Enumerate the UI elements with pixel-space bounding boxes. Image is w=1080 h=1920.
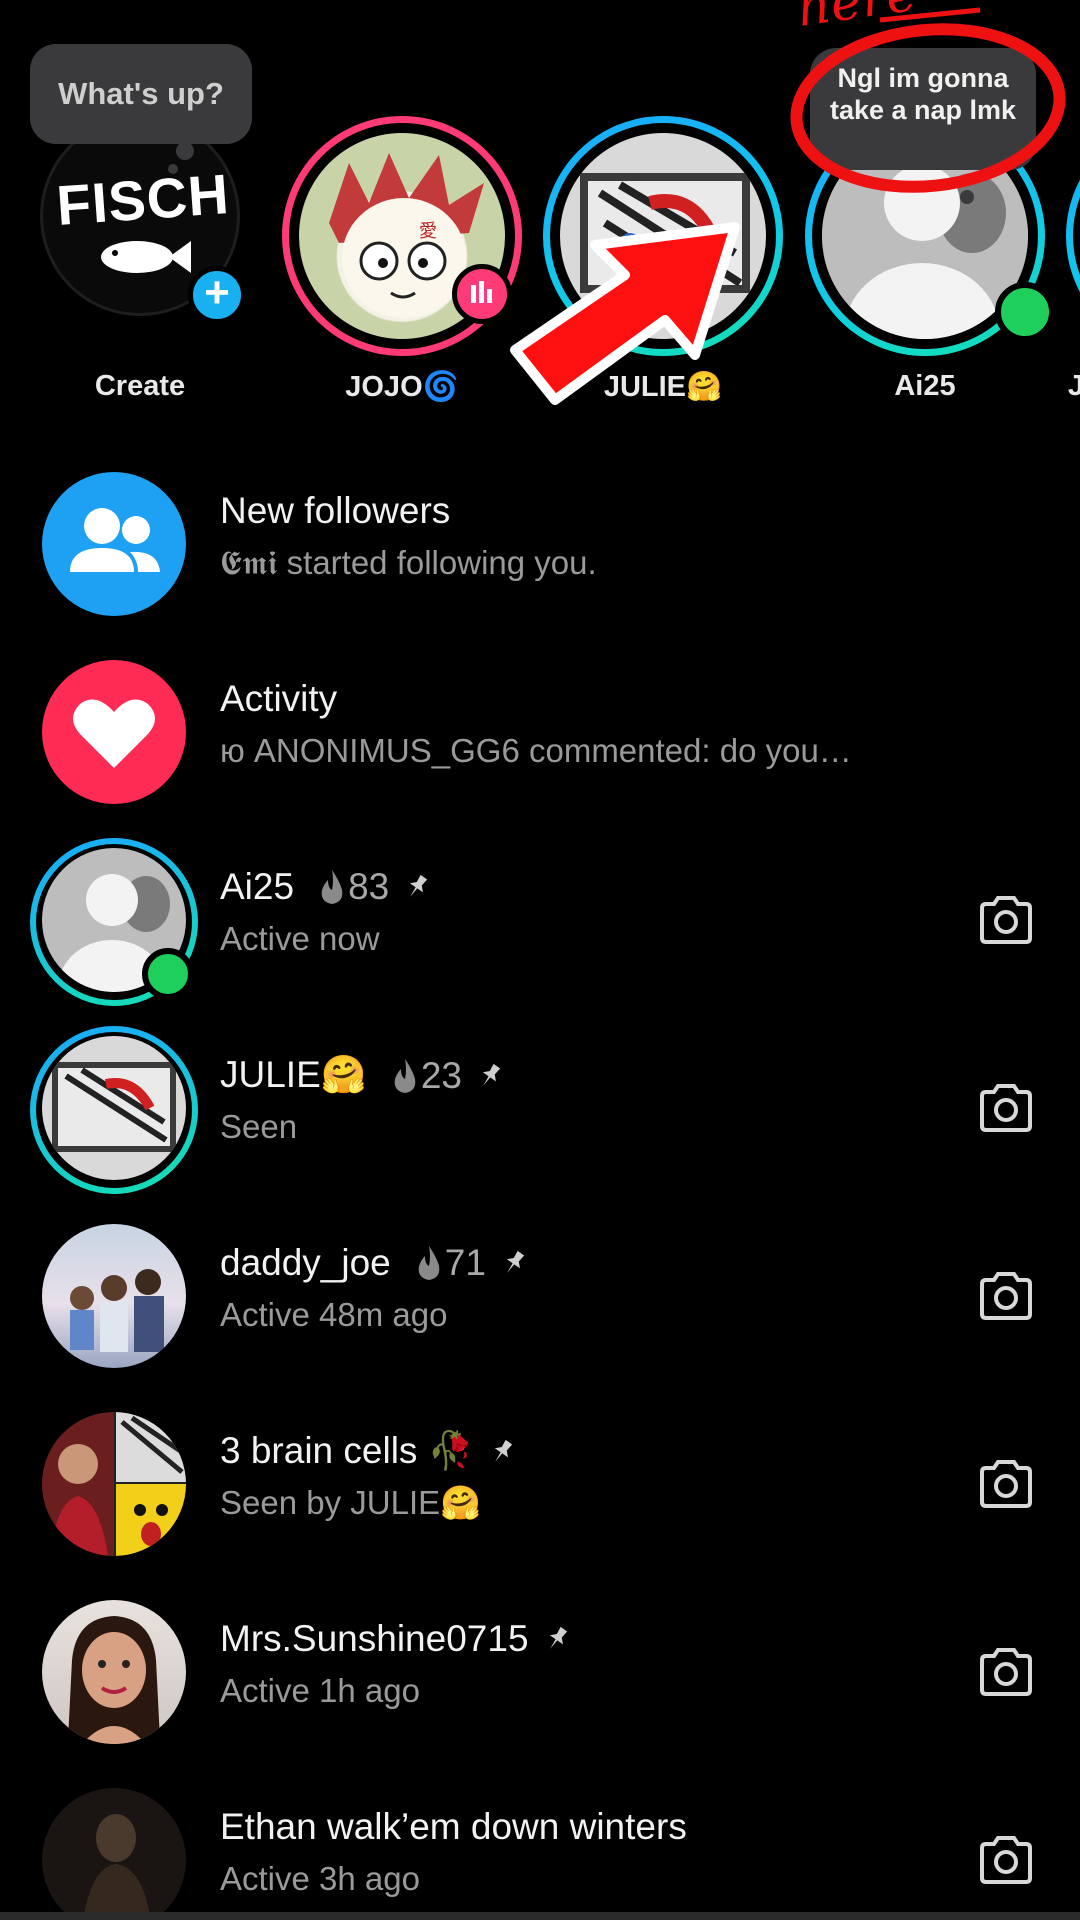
story-name: JULIE🤗 xyxy=(603,371,723,403)
chat-row[interactable]: Ethan walk’em down winters Active 3h ago xyxy=(0,1788,1080,1920)
bubble-tail xyxy=(168,164,178,174)
bubble-tail xyxy=(176,142,194,160)
people-icon xyxy=(42,472,186,616)
notification-subtitle: ю ANONIMUS_GG6 commented: do you… xyxy=(220,732,852,769)
chat-row[interactable]: Mrs.Sunshine0715 Active 1h ago xyxy=(0,1600,1080,1788)
pin-icon xyxy=(482,1063,501,1086)
chat-row[interactable]: JULIE🤗 23 Seen xyxy=(0,1026,1080,1224)
note-bubble-create[interactable]: What's up? xyxy=(30,44,252,144)
chat-name: Ai25 xyxy=(220,866,295,907)
notification-new-followers[interactable]: New followers 𝕰𝖒𝖎 started following you. xyxy=(0,472,1080,660)
camera-icon[interactable] xyxy=(976,1834,1036,1886)
heart-icon xyxy=(42,660,186,804)
chat-name: daddy_joe xyxy=(220,1242,391,1283)
avatar xyxy=(42,1224,186,1368)
camera-icon[interactable] xyxy=(976,1458,1036,1510)
story-julie[interactable]: JULIE🤗 xyxy=(543,116,783,416)
pin-icon xyxy=(549,1626,567,1649)
chat-title: Ai25 83 xyxy=(220,866,431,908)
story-partial[interactable]: J xyxy=(1066,116,1080,416)
chat-title: Mrs.Sunshine0715 xyxy=(220,1618,571,1660)
chat-row-group[interactable]: 3 brain cells 🥀 Seen by JULIE🤗 xyxy=(0,1412,1080,1600)
chat-status: Seen xyxy=(220,1108,298,1145)
chat-status: Active now xyxy=(220,920,380,957)
bubble-tail xyxy=(960,190,974,204)
camera-icon[interactable] xyxy=(976,1082,1036,1134)
fisch-logo: FISCH xyxy=(54,162,232,237)
avatar xyxy=(42,1788,186,1920)
svg-text:愛: 愛 xyxy=(419,221,437,242)
story-name: J xyxy=(1067,370,1080,402)
tab-bar-edge xyxy=(0,1912,1080,1920)
notification-subtitle: 𝕰𝖒𝖎 started following you. xyxy=(220,544,597,581)
group-avatar xyxy=(42,1412,186,1556)
pin-icon xyxy=(410,874,428,897)
fish-icon xyxy=(101,241,191,273)
chat-name: Ethan walk’em down winters xyxy=(220,1806,687,1847)
note-bubble-ai25[interactable]: Ngl im gonna take a nap lmk xyxy=(810,48,1036,170)
streak: 83 xyxy=(316,866,389,908)
flame-icon xyxy=(418,1246,440,1280)
story-name: JOJO🌀 xyxy=(345,371,459,403)
avatar xyxy=(42,1036,186,1180)
chat-status: Active 48m ago xyxy=(220,1296,448,1333)
streak: 23 xyxy=(389,1055,462,1097)
online-indicator-icon xyxy=(142,948,194,1000)
pin-icon xyxy=(494,1439,512,1462)
chat-title: JULIE🤗 23 xyxy=(220,1054,504,1097)
flame-icon xyxy=(321,870,343,904)
story-create[interactable]: FISCH + Create xyxy=(20,116,260,416)
chat-title: 3 brain cells 🥀 xyxy=(220,1430,516,1473)
chat-title: Ethan walk’em down winters xyxy=(220,1806,687,1848)
camera-icon[interactable] xyxy=(976,894,1036,946)
story-name: Create xyxy=(94,370,186,402)
chat-row[interactable]: Ai25 83 Active now xyxy=(0,838,1080,1036)
stories-tray: FISCH + Create 愛 JOJO🌀 JULIE🤗 Ai25 J Wha… xyxy=(0,0,1080,420)
notification-title: New followers xyxy=(220,490,451,531)
chat-status: Seen by JULIE🤗 xyxy=(220,1484,482,1521)
chat-name: Mrs.Sunshine0715 xyxy=(220,1618,529,1659)
chat-status: Active 3h ago xyxy=(220,1860,420,1897)
camera-icon[interactable] xyxy=(976,1646,1036,1698)
story-ring xyxy=(1066,116,1080,356)
julie-avatar xyxy=(560,133,766,339)
camera-icon[interactable] xyxy=(976,1270,1036,1322)
chat-title: daddy_joe 71 xyxy=(220,1242,528,1284)
online-indicator-icon xyxy=(995,282,1055,342)
streak-count: 23 xyxy=(420,1054,462,1096)
chat-row[interactable]: daddy_joe 71 Active 48m ago xyxy=(0,1224,1080,1412)
streak: 71 xyxy=(413,1242,486,1284)
chat-status: Active 1h ago xyxy=(220,1672,420,1709)
notification-activity[interactable]: Activity ю ANONIMUS_GG6 commented: do yo… xyxy=(0,660,1080,848)
story-jojo[interactable]: 愛 JOJO🌀 xyxy=(282,116,522,416)
music-bars-icon xyxy=(452,264,512,324)
pin-icon xyxy=(506,1250,525,1273)
chat-name: JULIE🤗 xyxy=(220,1054,367,1095)
flame-icon xyxy=(394,1058,416,1093)
chat-name: 3 brain cells 🥀 xyxy=(220,1430,474,1471)
streak-count: 71 xyxy=(444,1242,486,1283)
notification-title: Activity xyxy=(220,678,338,719)
streak-count: 83 xyxy=(348,866,390,907)
avatar xyxy=(42,1600,186,1744)
add-story-icon[interactable]: + xyxy=(188,266,246,324)
